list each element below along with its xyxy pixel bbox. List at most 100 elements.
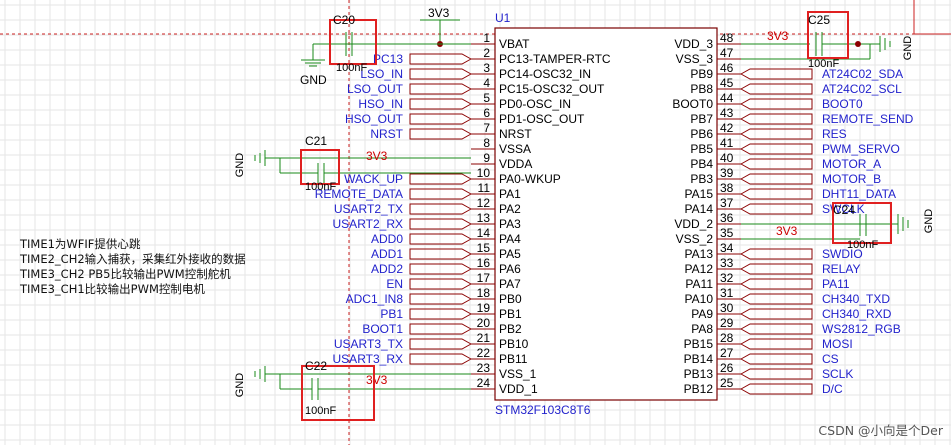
pin-name: VSSA — [499, 142, 531, 156]
net-label: D/C — [822, 382, 843, 396]
net-label: RELAY — [822, 262, 860, 276]
chip-part: STM32F103C8T6 — [495, 403, 591, 417]
pin-number: 46 — [720, 61, 734, 75]
cap-ref: C21 — [305, 134, 327, 148]
pin-number: 21 — [477, 331, 491, 345]
net-label: SCLK — [822, 367, 853, 381]
net-label: CH340_TXD — [822, 292, 890, 306]
net-label: LSO_OUT — [347, 82, 404, 96]
cap-ref: C22 — [305, 359, 327, 373]
pin-name: PA3 — [499, 217, 521, 231]
note-line: TIME3_CH2 PB5比较输出PWM控制舵机 — [20, 267, 231, 281]
cap-value: 100nF — [847, 239, 878, 251]
pin-number: 41 — [720, 136, 734, 150]
net-label: EN — [386, 277, 403, 291]
pin-number: 25 — [720, 376, 734, 390]
pin-number: 22 — [477, 346, 491, 360]
pin-name: PB1 — [499, 307, 522, 321]
gnd-label: GND — [234, 373, 246, 398]
pin-number: 34 — [720, 241, 734, 255]
pin-name: PA13 — [685, 247, 714, 261]
pin-name: PA7 — [499, 277, 521, 291]
net-tag — [740, 293, 813, 305]
net-label: BOOT1 — [362, 322, 403, 336]
net-label: REMOTE_SEND — [822, 112, 914, 126]
net-label: ADD2 — [371, 262, 403, 276]
pin-name: PC15-OSC32_OUT — [499, 82, 605, 96]
cap-ref: C25 — [808, 13, 830, 27]
power-label: 3V3 — [366, 373, 388, 387]
pin-name: BOOT0 — [672, 97, 713, 111]
net-tag — [740, 98, 813, 110]
net-label: USART3_TX — [334, 337, 403, 351]
pin-number: 30 — [720, 301, 734, 315]
net-tag — [740, 203, 813, 215]
pin-number: 33 — [720, 256, 734, 270]
pin-number: 10 — [477, 166, 491, 180]
note-line: TIME2_CH2输入捕获，采集红外接收的数据 — [20, 252, 246, 266]
pin-name: VDDA — [499, 157, 532, 171]
pin-number: 18 — [477, 286, 491, 300]
pin-name: VDD_3 — [674, 37, 713, 51]
net-label: USART2_TX — [334, 202, 403, 216]
pin-name: PA11 — [685, 277, 713, 291]
pin-name: VDD_1 — [499, 382, 538, 396]
net-label: USART2_RX — [333, 217, 403, 231]
note-line: TIME1为WFIF提供心跳 — [20, 237, 141, 251]
net-tag — [740, 128, 813, 140]
power-label: 3V3 — [767, 29, 789, 43]
pin-name: PC14-OSC32_IN — [499, 67, 591, 81]
net-label: MOTOR_A — [822, 157, 881, 171]
net-label: NRST — [370, 127, 403, 141]
net-label: PB1 — [380, 307, 403, 321]
pin-name: VDD_2 — [674, 217, 713, 231]
cap-value: 100nF — [305, 181, 336, 193]
pin-number: 6 — [483, 106, 490, 120]
pin-name: PB14 — [684, 352, 714, 366]
net-tag — [740, 323, 813, 335]
pin-number: 31 — [720, 286, 734, 300]
pin-name: PC13-TAMPER-RTC — [499, 52, 611, 66]
pin-number: 23 — [477, 361, 491, 375]
pin-name: PB12 — [684, 382, 714, 396]
pin-number: 17 — [477, 271, 491, 285]
net-label: DHT11_DATA — [822, 187, 896, 201]
pin-number: 39 — [720, 166, 734, 180]
pin-number: 32 — [720, 271, 734, 285]
net-tag — [740, 308, 813, 320]
pin-number: 48 — [720, 31, 734, 45]
pin-name: VSS_2 — [676, 232, 714, 246]
net-label: ADD0 — [371, 232, 403, 246]
net-tag — [740, 338, 813, 350]
pin-name: PB4 — [690, 157, 713, 171]
pin-name: PB7 — [690, 112, 713, 126]
net-tag — [740, 263, 813, 275]
net-tag — [740, 143, 813, 155]
pin-name: VSS_3 — [676, 52, 714, 66]
net-label: CS — [822, 352, 839, 366]
pin-number: 36 — [720, 211, 734, 225]
pin-number: 9 — [483, 151, 490, 165]
pin-number: 26 — [720, 361, 734, 375]
junction-dot — [855, 41, 861, 47]
pin-number: 29 — [720, 316, 734, 330]
pin-number: 13 — [477, 211, 491, 225]
pin-name: PB2 — [499, 322, 522, 336]
cap-ref: C20 — [333, 13, 355, 27]
pin-name: PA8 — [691, 322, 713, 336]
pin-name: PD0-OSC_IN — [499, 97, 571, 111]
net-tag — [740, 113, 813, 125]
net-tag — [740, 353, 813, 365]
net-label: ADD1 — [371, 247, 403, 261]
pin-name: PA6 — [499, 262, 521, 276]
pin-name: PB13 — [684, 367, 714, 381]
pin-name: PA14 — [685, 202, 714, 216]
cap-value: 100nF — [808, 58, 839, 70]
pin-number: 12 — [477, 196, 491, 210]
net-label: PWM_SERVO — [822, 142, 900, 156]
pin-number: 47 — [720, 46, 734, 60]
pin-name: VBAT — [499, 37, 530, 51]
gnd-label: GND — [234, 153, 246, 178]
pin-number: 15 — [477, 241, 491, 255]
net-label: AT24C02_SCL — [822, 82, 902, 96]
